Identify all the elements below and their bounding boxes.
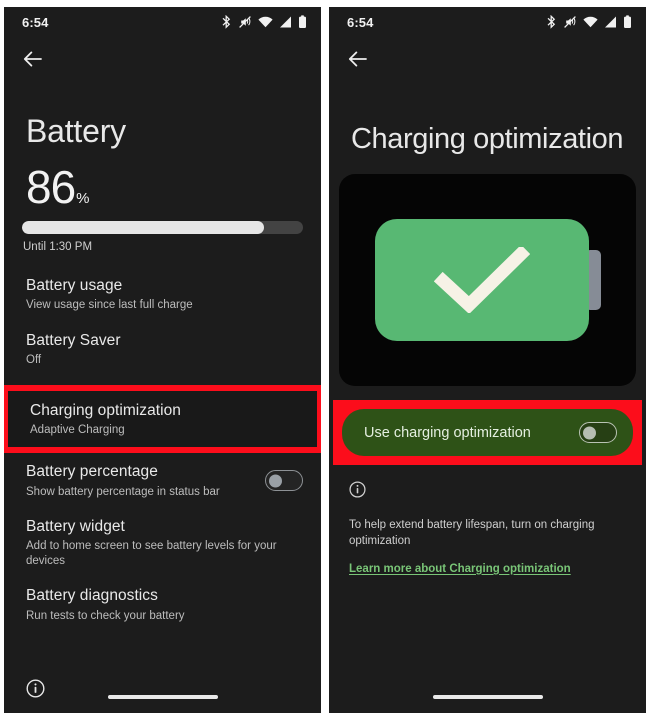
battery-progress-bar <box>22 221 303 234</box>
list-item-title: Charging optimization <box>30 401 181 419</box>
nav-row-left <box>4 37 321 81</box>
list-item-subtitle: Adaptive Charging <box>30 423 125 436</box>
list-item-subtitle: View usage since last full charge <box>26 299 193 312</box>
battery-icon <box>298 15 307 29</box>
battery-settings-screen: 6:54 Battery 86 % Until 1:30 PM Battery … <box>4 7 321 713</box>
cellular-signal-icon <box>604 16 617 28</box>
status-bar-clock: 6:54 <box>22 14 49 30</box>
wifi-icon <box>258 16 273 28</box>
battery-check-illustration <box>339 174 636 386</box>
battery-progress-fill <box>22 221 264 234</box>
bottom-bar-left <box>4 671 321 713</box>
battery-percentage-display: 86 % <box>4 164 321 210</box>
page-title: Battery <box>26 113 126 149</box>
list-item-title: Battery percentage <box>26 463 158 481</box>
use-charging-optimization-toggle[interactable] <box>579 422 617 443</box>
home-indicator[interactable] <box>107 695 218 699</box>
bottom-bar-right <box>329 671 646 713</box>
checkmark-icon <box>375 219 589 341</box>
status-bar-clock: 6:54 <box>347 14 374 30</box>
use-charging-optimization-label: Use charging optimization <box>364 424 531 441</box>
bluetooth-icon <box>546 15 557 29</box>
list-item-title: Battery usage <box>26 277 123 294</box>
charging-optimization-screen: 6:54 Charging optimization Use charging … <box>329 7 646 713</box>
screenshot-stage: 6:54 Battery 86 % Until 1:30 PM Battery … <box>0 0 650 720</box>
highlight-box-charging-optimization: Charging optimization Adaptive Charging <box>4 384 321 454</box>
back-arrow-icon[interactable] <box>343 44 373 74</box>
info-block: To help extend battery lifespan, turn on… <box>329 465 646 577</box>
vibrate-mute-icon <box>563 15 577 29</box>
percent-symbol: % <box>76 190 90 207</box>
status-bar-right: 6:54 <box>329 7 646 37</box>
battery-percentage-toggle[interactable] <box>265 470 303 492</box>
list-item-battery-saver[interactable]: Battery Saver Off <box>4 322 321 377</box>
status-bar-icons <box>546 15 632 29</box>
battery-percentage-value: 86 <box>26 161 76 213</box>
info-circle-icon <box>349 481 628 503</box>
list-item-battery-percentage[interactable]: Battery percentage Show battery percenta… <box>4 453 321 508</box>
list-item-title: Battery diagnostics <box>26 587 158 605</box>
battery-icon <box>623 15 632 29</box>
back-arrow-icon[interactable] <box>18 44 48 74</box>
nav-row-right <box>329 37 646 81</box>
list-item-subtitle: Off <box>26 354 42 367</box>
vibrate-mute-icon <box>238 15 252 29</box>
battery-estimate-text: Until 1:30 PM <box>23 241 93 253</box>
list-item-subtitle: Show battery percentage in status bar <box>26 485 220 498</box>
list-item-title: Battery Saver <box>26 331 121 349</box>
list-item-subtitle: Add to home screen to see battery levels… <box>26 540 277 567</box>
use-charging-optimization-row[interactable]: Use charging optimization <box>342 409 633 456</box>
list-item-battery-usage[interactable]: Battery usage View usage since last full… <box>4 267 321 322</box>
learn-more-link[interactable]: Learn more about Charging optimization <box>349 563 571 575</box>
list-item-battery-diagnostics[interactable]: Battery diagnostics Run tests to check y… <box>4 577 321 632</box>
page-title: Charging optimization <box>351 123 624 155</box>
list-item-charging-optimization[interactable]: Charging optimization Adaptive Charging <box>8 390 317 448</box>
status-bar-left: 6:54 <box>4 7 321 37</box>
list-item-subtitle: Run tests to check your battery <box>26 609 185 622</box>
battery-settings-list: Battery usage View usage since last full… <box>4 267 321 632</box>
wifi-icon <box>583 16 598 28</box>
highlight-box-use-charging-optimization: Use charging optimization <box>333 400 642 465</box>
status-bar-icons <box>221 15 307 29</box>
list-item-title: Battery widget <box>26 518 125 535</box>
list-item-battery-widget[interactable]: Battery widget Add to home screen to see… <box>4 508 321 577</box>
info-circle-icon[interactable] <box>26 679 45 703</box>
battery-graphic <box>374 219 601 341</box>
toggle-knob <box>583 426 596 439</box>
info-description: To help extend battery lifespan, turn on… <box>349 519 595 548</box>
home-indicator[interactable] <box>432 695 543 699</box>
toggle-knob <box>269 474 282 488</box>
cellular-signal-icon <box>279 16 292 28</box>
bluetooth-icon <box>221 15 232 29</box>
